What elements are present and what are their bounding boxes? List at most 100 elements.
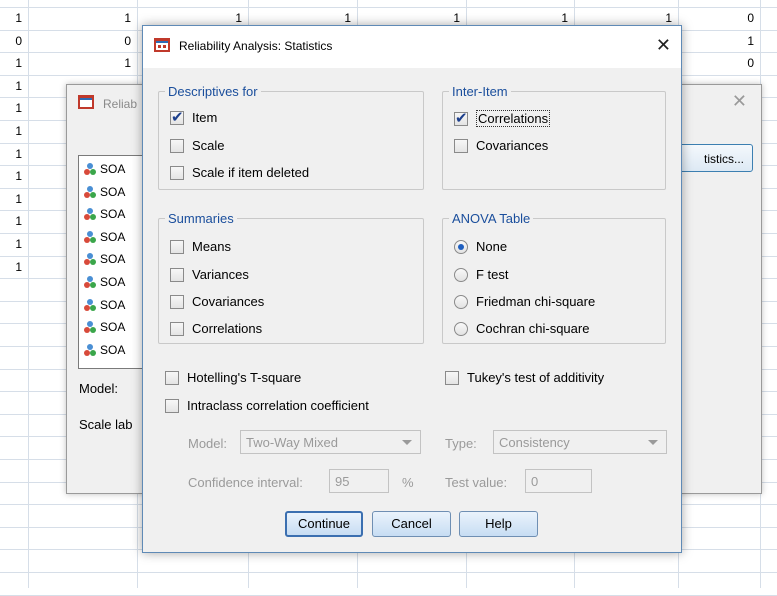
spreadsheet-cell[interactable]: 1 (0, 169, 22, 183)
variable-name: SOA (100, 297, 126, 312)
spreadsheet-cell[interactable]: 0 (0, 34, 22, 48)
checkbox[interactable] (165, 370, 179, 385)
background-dialog-title: Reliab (103, 97, 138, 111)
checkbox[interactable] (170, 321, 184, 336)
checkbox[interactable] (170, 239, 184, 254)
variable-list-item[interactable]: SOA (83, 294, 125, 316)
variable-list-item[interactable]: SOA (83, 226, 125, 248)
means-checkbox[interactable]: Means (170, 239, 231, 254)
spreadsheet-cell[interactable]: 1 (0, 214, 22, 228)
spreadsheet-cell[interactable]: 1 (632, 11, 672, 25)
variances-checkbox[interactable]: Variances (170, 267, 249, 282)
variable-list[interactable]: SOA SOA SOA SOA SOA SOA SOA SOA SOA (78, 155, 150, 369)
statistics-button[interactable]: tistics... (676, 144, 753, 172)
dialog-title: Reliability Analysis: Statistics (179, 39, 333, 53)
anova-legend: ANOVA Table (449, 211, 534, 226)
spreadsheet-cell[interactable]: 1 (420, 11, 460, 25)
spreadsheet-cell[interactable]: 1 (202, 11, 242, 25)
variable-list-item[interactable]: SOA (83, 181, 125, 203)
radio[interactable] (454, 267, 468, 282)
checkbox[interactable] (454, 138, 468, 153)
spreadsheet-cell[interactable]: 0 (714, 56, 754, 70)
intraclass-checkbox[interactable]: Intraclass correlation coefficient (165, 398, 369, 413)
spreadsheet-cell[interactable]: 1 (528, 11, 568, 25)
model-select[interactable]: Two-Way Mixed (240, 430, 421, 454)
spreadsheet-cell[interactable]: 1 (0, 237, 22, 251)
nominal-variable-icon (84, 253, 96, 266)
variable-name: SOA (100, 229, 126, 244)
spreadsheet-cell[interactable]: 0 (714, 11, 754, 25)
variable-list-item[interactable]: SOA (83, 158, 125, 180)
cancel-button[interactable]: Cancel (372, 511, 451, 537)
anova-table-group: ANOVA Table None F test Friedman chi-squ… (442, 211, 666, 344)
spreadsheet-cell[interactable]: 1 (91, 56, 131, 70)
app-icon (77, 94, 95, 113)
spreadsheet-cell[interactable]: 1 (0, 79, 22, 93)
variable-list-item[interactable]: SOA (83, 316, 125, 338)
checkbox[interactable] (170, 294, 184, 309)
grid-row-line (0, 7, 777, 8)
confidence-interval-input[interactable]: 95 (329, 469, 389, 493)
correlations-checkbox[interactable]: Correlations (454, 109, 551, 127)
radio[interactable] (454, 294, 468, 309)
checkbox[interactable] (170, 138, 184, 153)
summary-correlations-checkbox[interactable]: Correlations (170, 321, 262, 336)
spreadsheet-cell[interactable]: 1 (714, 34, 754, 48)
scale-if-item-deleted-checkbox[interactable]: Scale if item deleted (170, 165, 309, 180)
help-button[interactable]: Help (459, 511, 538, 537)
spreadsheet-cell[interactable]: 1 (0, 260, 22, 274)
checkbox[interactable] (165, 398, 179, 413)
spreadsheet-cell[interactable]: 1 (0, 56, 22, 70)
variable-list-item[interactable]: SOA (83, 203, 125, 225)
percent-unit: % (402, 475, 414, 490)
close-icon[interactable]: ✕ (732, 91, 747, 112)
spreadsheet-cell[interactable]: 1 (0, 101, 22, 115)
item-checkbox[interactable]: Item (170, 108, 217, 126)
close-icon[interactable]: ✕ (656, 35, 671, 56)
radio-selected[interactable] (454, 239, 468, 254)
variances-label: Variances (192, 267, 249, 282)
spreadsheet-cell[interactable]: 1 (0, 147, 22, 161)
variable-name: SOA (100, 207, 126, 222)
spreadsheet-cell[interactable]: 0 (91, 34, 131, 48)
covariances-checkbox[interactable]: Covariances (454, 138, 548, 153)
anova-friedman-radio[interactable]: Friedman chi-square (454, 294, 595, 309)
variable-list-item[interactable]: SOA (83, 271, 125, 293)
summary-covariances-checkbox[interactable]: Covariances (170, 294, 264, 309)
f-test-label: F test (476, 267, 509, 282)
nominal-variable-icon (84, 163, 96, 175)
hotelling-checkbox[interactable]: Hotelling's T-square (165, 370, 301, 385)
statistics-dialog: Reliability Analysis: Statistics ✕ Descr… (142, 25, 682, 553)
checkbox-checked[interactable] (170, 108, 184, 126)
test-value-input[interactable]: 0 (525, 469, 592, 493)
spreadsheet-cell[interactable]: 1 (0, 192, 22, 206)
spreadsheet-cell[interactable]: 1 (311, 11, 351, 25)
checkbox[interactable] (170, 165, 184, 180)
summary-correlations-label: Correlations (192, 321, 263, 336)
correlations-label: Correlations (476, 110, 551, 127)
nominal-variable-icon (84, 298, 96, 311)
variable-name: SOA (100, 320, 126, 335)
anova-cochran-radio[interactable]: Cochran chi-square (454, 321, 589, 336)
type-select[interactable]: Consistency (493, 430, 667, 454)
scale-label: Scale lab (79, 417, 133, 432)
checkbox[interactable] (170, 267, 184, 282)
scale-checkbox[interactable]: Scale (170, 138, 225, 153)
checkbox-checked[interactable] (454, 109, 468, 127)
spreadsheet-cell[interactable]: 1 (0, 11, 22, 25)
anova-none-radio[interactable]: None (454, 239, 507, 254)
radio[interactable] (454, 321, 468, 336)
variable-name: SOA (100, 275, 126, 289)
tukey-checkbox[interactable]: Tukey's test of additivity (445, 370, 604, 385)
anova-f-test-radio[interactable]: F test (454, 267, 509, 282)
spreadsheet-cell[interactable]: 1 (91, 11, 131, 25)
model-value: Two-Way Mixed (246, 435, 338, 450)
variable-name: SOA (100, 342, 126, 357)
checkbox[interactable] (445, 370, 459, 385)
variable-list-item[interactable]: SOA (83, 339, 125, 361)
variable-list-item[interactable]: SOA (83, 248, 125, 270)
variable-name: SOA (100, 252, 126, 267)
continue-button[interactable]: Continue (285, 511, 363, 537)
inter-item-group: Inter-Item Correlations Covariances (442, 84, 666, 190)
spreadsheet-cell[interactable]: 1 (0, 124, 22, 138)
